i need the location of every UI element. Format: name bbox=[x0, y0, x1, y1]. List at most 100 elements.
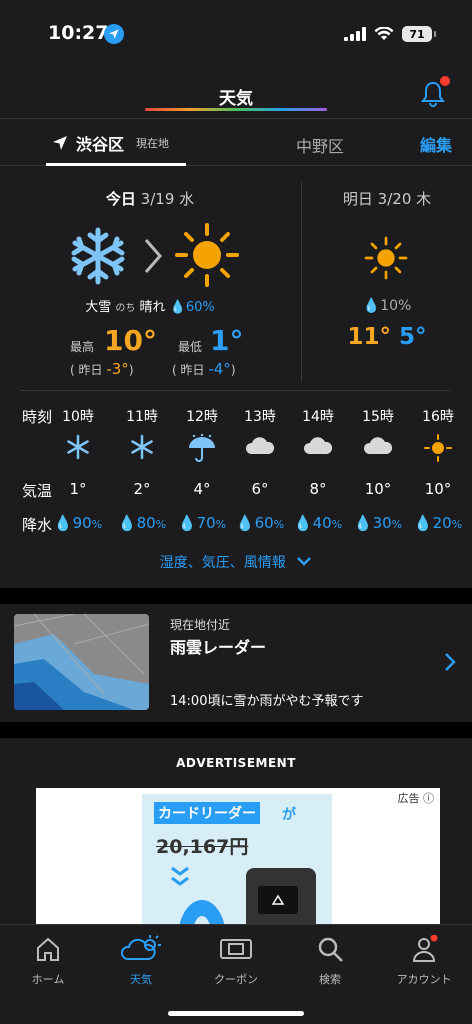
ad-banner[interactable]: カードリーダー が 20,167円 広告 ⓘ bbox=[36, 788, 440, 928]
coupon-icon bbox=[220, 939, 252, 959]
chevron-right-icon bbox=[445, 653, 456, 671]
today-precip-value: 60% bbox=[185, 300, 215, 315]
hour-precip: 💧60% bbox=[235, 514, 285, 532]
today-date-value: 3/19 水 bbox=[140, 190, 195, 208]
today-label: 今日 bbox=[105, 190, 136, 208]
today-temps: 最高 10° 最低 1° bbox=[0, 324, 300, 360]
hour-precip: 💧40% bbox=[293, 514, 343, 532]
hour-precip-value: 60 bbox=[254, 514, 274, 532]
hour-label: 12時 bbox=[186, 409, 218, 425]
tab-nakano[interactable]: 中野区 bbox=[296, 133, 344, 157]
tomorrow-date: 明日 3/20 木 bbox=[302, 188, 472, 209]
account-icon bbox=[412, 934, 438, 962]
section-gap bbox=[0, 722, 472, 738]
tab-home-label: ホーム bbox=[31, 973, 65, 986]
today-forecast: 今日 3/19 水 大雪 のち 晴れ 💧60% 最高 10° 最低 1° (昨… bbox=[0, 178, 300, 388]
location-arrow-icon bbox=[104, 24, 124, 44]
tab-account[interactable]: アカウント bbox=[384, 934, 464, 987]
hour-precip-value: 90 bbox=[72, 514, 92, 532]
hour-label: 16時 bbox=[422, 409, 454, 425]
rain-radar-card[interactable]: 現在地付近 雨雲レーダー 14:00頃に雪か雨がやむ予報です bbox=[0, 604, 472, 722]
hour-temp: 4° bbox=[193, 480, 211, 498]
battery-indicator: 71 bbox=[402, 26, 436, 42]
tab-account-label: アカウント bbox=[396, 973, 452, 986]
hour-precip: 💧80% bbox=[117, 514, 167, 532]
ad-price: 20,167円 bbox=[156, 836, 249, 858]
hour-precip-value: 20 bbox=[432, 514, 452, 532]
tab-weather-label: 天気 bbox=[130, 973, 152, 986]
umbrella-icon bbox=[172, 434, 232, 464]
tomorrow-forecast[interactable]: 明日 3/20 木 💧10% 11° 5° bbox=[302, 178, 472, 388]
low-label: 最低 bbox=[178, 340, 203, 354]
hour-precip: 💧20% bbox=[413, 514, 463, 532]
hour-precip: 💧90% bbox=[53, 514, 103, 532]
section-divider bbox=[20, 390, 450, 391]
hourly-forecast[interactable]: 時刻 気温 降水 10時 1° 💧90% 11時 2° 💧80% 12時 4° 💧70% 13時 6… bbox=[0, 396, 472, 546]
tab-shibuya[interactable]: 渋谷区 現在地 bbox=[52, 131, 169, 155]
hour-label: 13時 bbox=[244, 409, 276, 425]
snowflake-icon bbox=[71, 227, 125, 285]
notification-dot bbox=[440, 76, 450, 86]
hour-temp: 8° bbox=[309, 480, 327, 498]
today-condition: 大雪 のち 晴れ 💧60% bbox=[0, 296, 300, 315]
bottom-tab-bar: ホーム 天気 クーポン 検索 アカウント bbox=[0, 924, 472, 1024]
ad-label[interactable]: 広告 ⓘ bbox=[398, 790, 435, 806]
hour-label: 15時 bbox=[362, 409, 394, 425]
tab-home[interactable]: ホーム bbox=[8, 935, 88, 987]
advertisement: ADVERTISEMENT カードリーダー が 20,167円 広告 ⓘ bbox=[0, 738, 472, 928]
today-precip: 💧60% bbox=[169, 300, 215, 315]
weather-icon bbox=[120, 935, 161, 960]
tab-search-label: 検索 bbox=[319, 973, 341, 986]
page-title: 天気 bbox=[219, 89, 253, 109]
sun-icon bbox=[175, 223, 239, 287]
cloud-icon bbox=[288, 434, 348, 458]
hour-temp: 10° bbox=[364, 480, 392, 498]
more-weather-info-link[interactable]: 湿度、気圧、風情報 bbox=[0, 552, 472, 572]
location-arrow-icon bbox=[53, 136, 67, 150]
tab-search[interactable]: 検索 bbox=[290, 935, 370, 987]
yesterday-low: -4° bbox=[208, 360, 231, 378]
tab-underline bbox=[46, 163, 186, 166]
condition-first: 大雪 bbox=[85, 300, 112, 315]
yesterday-high-diff: ( 昨日 -3°) bbox=[70, 360, 134, 378]
condition-second: 晴れ bbox=[139, 300, 166, 315]
radar-title: 雨雲レーダー bbox=[170, 638, 267, 657]
hour-precip-value: 70 bbox=[196, 514, 216, 532]
wifi-icon bbox=[374, 27, 394, 40]
snow-icon bbox=[112, 434, 172, 460]
hour-precip: 💧70% bbox=[177, 514, 227, 532]
tab-coupon[interactable]: クーポン bbox=[196, 935, 276, 987]
tomorrow-high: 11° bbox=[347, 324, 391, 350]
tab-weather[interactable]: 天気 bbox=[101, 935, 181, 987]
hour-precip-value: 80 bbox=[136, 514, 156, 532]
tomorrow-precip-value: 10% bbox=[380, 298, 412, 314]
tomorrow-temps: 11° 5° bbox=[302, 324, 472, 350]
radar-map-image bbox=[14, 614, 149, 710]
home-indicator bbox=[168, 1011, 304, 1016]
radar-forecast: 14:00頃に雪か雨がやむ予報です bbox=[170, 694, 364, 709]
hour-precip: 💧30% bbox=[353, 514, 403, 532]
cloud-icon bbox=[348, 434, 408, 458]
hour-temp: 6° bbox=[251, 480, 269, 498]
location-tabs: 渋谷区 現在地 中野区 編集 bbox=[0, 118, 472, 166]
today-weather-icons bbox=[68, 223, 248, 296]
home-icon bbox=[37, 937, 59, 961]
status-time: 10:27 bbox=[48, 22, 109, 44]
title-accent-bar bbox=[145, 108, 327, 111]
sun-icon bbox=[364, 236, 408, 280]
hour-precip-value: 30 bbox=[372, 514, 392, 532]
cloud-icon bbox=[230, 434, 290, 458]
snow-icon bbox=[48, 434, 108, 460]
yesterday-high: -3° bbox=[106, 360, 129, 378]
radar-subtitle: 現在地付近 bbox=[170, 618, 231, 632]
app-header: 天気 bbox=[0, 70, 472, 118]
tomorrow-label: 明日 bbox=[342, 190, 373, 208]
chevron-down-icon bbox=[297, 557, 312, 566]
signal-icon bbox=[344, 27, 366, 41]
edit-button[interactable]: 編集 bbox=[420, 132, 452, 156]
hour-temp: 1° bbox=[69, 480, 87, 498]
today-date: 今日 3/19 水 bbox=[0, 188, 300, 209]
tab-label: 渋谷区 bbox=[76, 135, 125, 154]
ad-heading: ADVERTISEMENT bbox=[176, 756, 296, 770]
hour-temp: 2° bbox=[133, 480, 151, 498]
